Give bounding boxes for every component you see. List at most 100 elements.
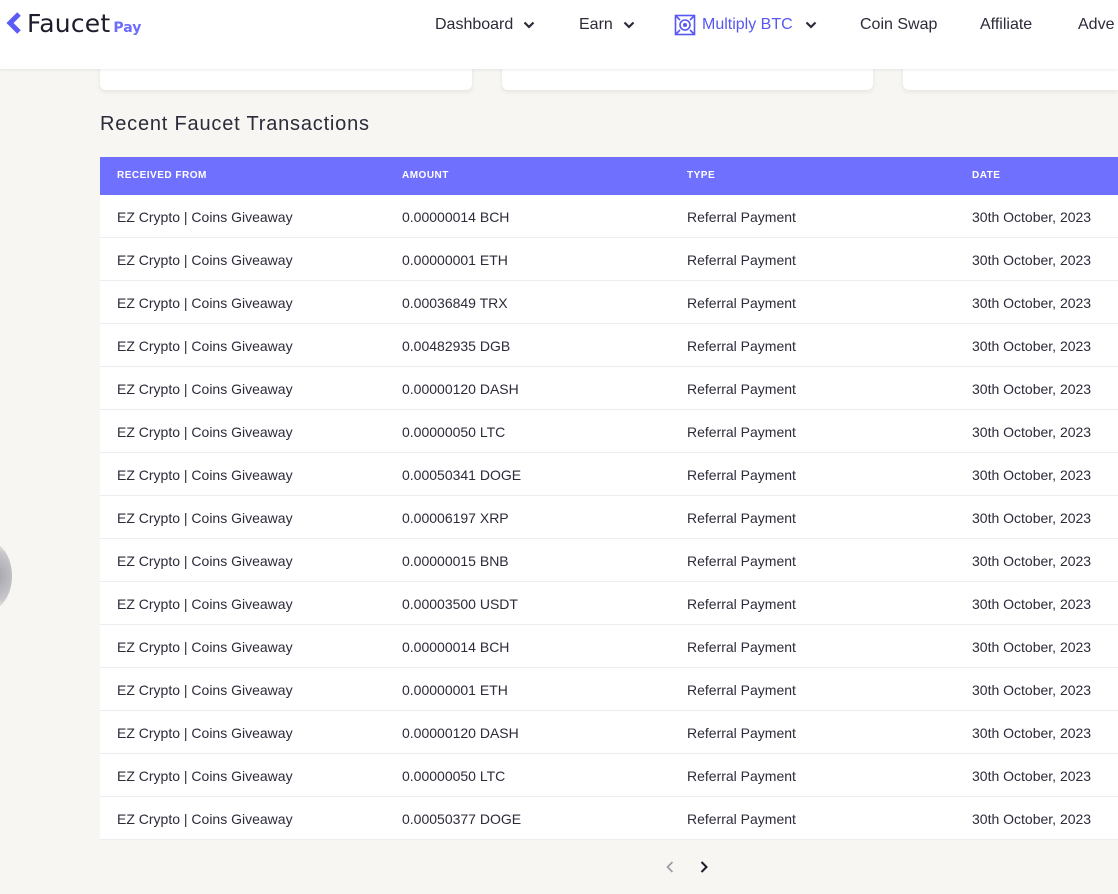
cell-date: 30th October, 2023 <box>972 467 1092 483</box>
cell-type: Referral Payment <box>687 295 796 311</box>
cell-type: Referral Payment <box>687 682 796 698</box>
cell-date: 30th October, 2023 <box>972 768 1092 784</box>
cell-date: 30th October, 2023 <box>972 510 1092 526</box>
table-row: EZ Crypto | Coins Giveaway 0.00003500 USD… <box>100 582 1118 625</box>
transactions-table: RECEIVED FROM AMOUNT TYPE DATE EZ Crypto… <box>100 157 1118 840</box>
nav-earn-label: Earn <box>579 16 613 33</box>
cell-received-from: EZ Crypto | Coins Giveaway <box>117 596 293 612</box>
table-row: EZ Crypto | Coins Giveaway 0.00000120 DAS… <box>100 711 1118 754</box>
cell-received-from: EZ Crypto | Coins Giveaway <box>117 467 293 483</box>
logo-chevron-icon <box>6 12 21 34</box>
chevron-down-icon <box>524 21 535 29</box>
cell-type: Referral Payment <box>687 338 796 354</box>
table-row: EZ Crypto | Coins Giveaway 0.00000050 LTC… <box>100 410 1118 453</box>
table-row: EZ Crypto | Coins Giveaway 0.00000015 BNB… <box>100 539 1118 582</box>
next-page-button[interactable] <box>694 857 714 877</box>
cell-received-from: EZ Crypto | Coins Giveaway <box>117 811 293 827</box>
table-row: EZ Crypto | Coins Giveaway 0.00000001 ETH… <box>100 238 1118 281</box>
cell-date: 30th October, 2023 <box>972 639 1092 655</box>
nav-dashboard-label: Dashboard <box>435 16 514 33</box>
chevron-right-icon <box>700 861 708 873</box>
cell-amount: 0.00000015 BNB <box>402 553 509 569</box>
multiply-icon <box>674 14 696 36</box>
cell-amount: 0.00036849 TRX <box>402 295 508 311</box>
column-header-date: DATE <box>972 170 1001 181</box>
cell-date: 30th October, 2023 <box>972 553 1092 569</box>
cell-received-from: EZ Crypto | Coins Giveaway <box>117 682 293 698</box>
cell-type: Referral Payment <box>687 510 796 526</box>
cell-type: Referral Payment <box>687 811 796 827</box>
nav-advertise-label: Adve <box>1078 16 1115 33</box>
previous-page-button[interactable] <box>660 857 680 877</box>
cell-type: Referral Payment <box>687 768 796 784</box>
section-title: Recent Faucet Transactions <box>100 113 370 135</box>
cell-amount: 0.00050377 DOGE <box>402 811 522 827</box>
cell-date: 30th October, 2023 <box>972 725 1092 741</box>
floating-widget-button[interactable] <box>0 540 12 612</box>
cell-type: Referral Payment <box>687 424 796 440</box>
cell-amount: 0.00000001 ETH <box>402 682 508 698</box>
cell-amount: 0.00003500 USDT <box>402 596 518 612</box>
cell-amount: 0.00000014 BCH <box>402 209 510 225</box>
table-row: EZ Crypto | Coins Giveaway 0.00036849 TRX… <box>100 281 1118 324</box>
cell-received-from: EZ Crypto | Coins Giveaway <box>117 209 293 225</box>
cell-amount: 0.00482935 DGB <box>402 338 511 354</box>
cell-received-from: EZ Crypto | Coins Giveaway <box>117 725 293 741</box>
logo-text: Faucet <box>27 9 111 38</box>
cell-date: 30th October, 2023 <box>972 295 1092 311</box>
chevron-left-icon <box>666 861 674 873</box>
cell-received-from: EZ Crypto | Coins Giveaway <box>117 295 293 311</box>
cell-type: Referral Payment <box>687 209 796 225</box>
cell-type: Referral Payment <box>687 252 796 268</box>
nav-affiliate-label: Affiliate <box>980 16 1033 33</box>
cell-received-from: EZ Crypto | Coins Giveaway <box>117 510 293 526</box>
table-row: EZ Crypto | Coins Giveaway 0.00050341 DOG… <box>100 453 1118 496</box>
cell-type: Referral Payment <box>687 639 796 655</box>
cell-type: Referral Payment <box>687 467 796 483</box>
column-header-received-from: RECEIVED FROM <box>117 170 207 181</box>
cell-received-from: EZ Crypto | Coins Giveaway <box>117 768 293 784</box>
column-header-amount: AMOUNT <box>402 170 449 181</box>
table-header: RECEIVED FROM AMOUNT TYPE DATE <box>100 157 1118 195</box>
table-row: EZ Crypto | Coins Giveaway 0.00000014 BCH… <box>100 195 1118 238</box>
cell-amount: 0.00000120 DASH <box>402 381 519 397</box>
cell-amount: 0.00000050 LTC <box>402 424 506 440</box>
nav-earn[interactable]: Earn <box>579 14 635 36</box>
nav-affiliate[interactable]: Affiliate <box>980 14 1032 36</box>
nav-multiply-btc[interactable]: Multiply BTC <box>674 14 817 36</box>
cell-date: 30th October, 2023 <box>972 252 1092 268</box>
column-header-type: TYPE <box>687 170 716 181</box>
faucetpay-logo[interactable]: Faucet Pay <box>6 6 141 38</box>
cell-received-from: EZ Crypto | Coins Giveaway <box>117 338 293 354</box>
top-navigation-bar: Faucet Pay Dashboard Earn Multiply BTC C… <box>0 0 1118 69</box>
cell-date: 30th October, 2023 <box>972 424 1092 440</box>
table-row: EZ Crypto | Coins Giveaway 0.00000001 ETH… <box>100 668 1118 711</box>
cell-received-from: EZ Crypto | Coins Giveaway <box>117 252 293 268</box>
cell-amount: 0.00006197 XRP <box>402 510 509 526</box>
cell-amount: 0.00000001 ETH <box>402 252 508 268</box>
table-row: EZ Crypto | Coins Giveaway 0.00000050 LTC… <box>100 754 1118 797</box>
logo-suffix: Pay <box>113 20 142 36</box>
cell-amount: 0.00000014 BCH <box>402 639 510 655</box>
table-row: EZ Crypto | Coins Giveaway 0.00006197 XRP… <box>100 496 1118 539</box>
cell-date: 30th October, 2023 <box>972 811 1092 827</box>
cell-received-from: EZ Crypto | Coins Giveaway <box>117 381 293 397</box>
cell-type: Referral Payment <box>687 596 796 612</box>
chevron-down-icon <box>805 21 816 29</box>
nav-advertise[interactable]: Adve <box>1078 14 1114 36</box>
cell-amount: 0.00050341 DOGE <box>402 467 522 483</box>
table-row: EZ Crypto | Coins Giveaway 0.00482935 DGB… <box>100 324 1118 367</box>
nav-coin-swap[interactable]: Coin Swap <box>860 14 937 36</box>
nav-dashboard[interactable]: Dashboard <box>435 14 535 36</box>
cell-type: Referral Payment <box>687 725 796 741</box>
cell-received-from: EZ Crypto | Coins Giveaway <box>117 553 293 569</box>
cell-received-from: EZ Crypto | Coins Giveaway <box>117 424 293 440</box>
table-row: EZ Crypto | Coins Giveaway 0.00000014 BCH… <box>100 625 1118 668</box>
cell-date: 30th October, 2023 <box>972 381 1092 397</box>
table-row: EZ Crypto | Coins Giveaway 0.00000120 DAS… <box>100 367 1118 410</box>
cell-type: Referral Payment <box>687 381 796 397</box>
nav-coin-swap-label: Coin Swap <box>860 16 938 33</box>
cell-date: 30th October, 2023 <box>972 596 1092 612</box>
cell-date: 30th October, 2023 <box>972 209 1092 225</box>
cell-date: 30th October, 2023 <box>972 338 1092 354</box>
